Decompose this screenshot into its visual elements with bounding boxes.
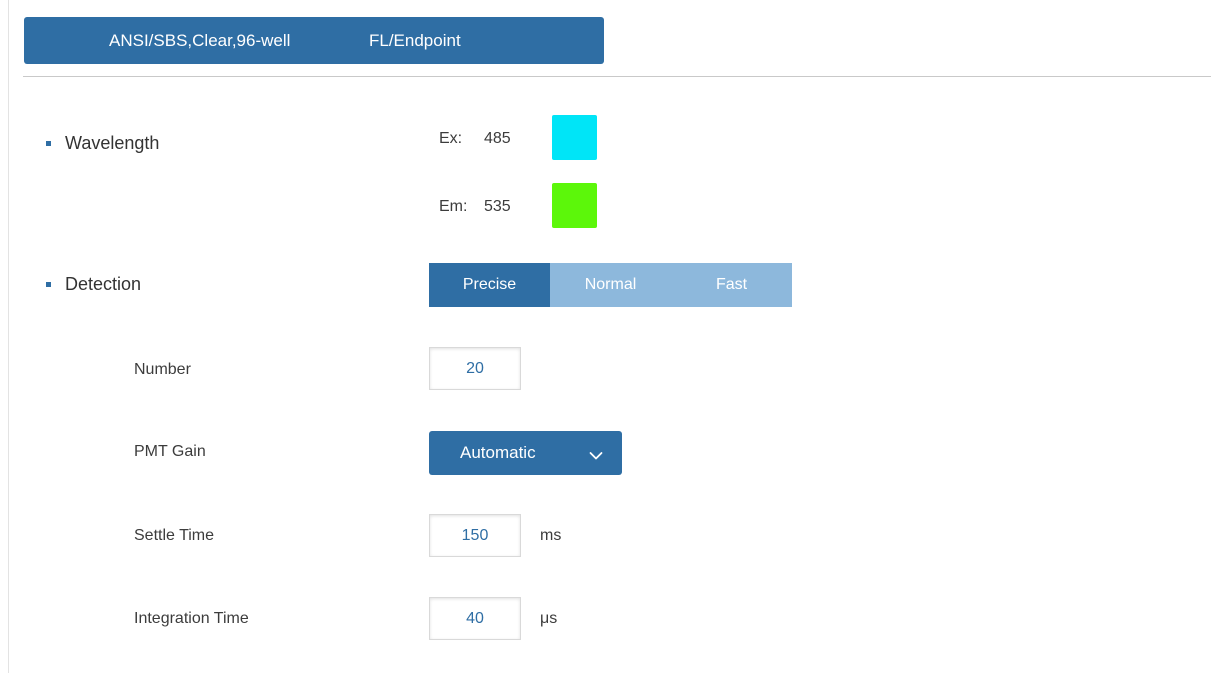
em-label: Em:: [439, 198, 468, 215]
settle-time-unit: ms: [540, 527, 562, 544]
square-bullet-icon: [46, 282, 51, 287]
square-bullet-icon: [46, 141, 51, 146]
em-value: 535: [484, 198, 511, 215]
detection-mode-segmented-control: Precise Normal Fast: [429, 263, 792, 307]
chevron-down-icon: [589, 446, 603, 466]
integration-time-input[interactable]: 40: [429, 597, 521, 640]
read-mode-label: FL/Endpoint: [369, 30, 461, 50]
plate-type-label: ANSI/SBS,Clear,96-well: [109, 30, 291, 50]
integration-time-unit: μs: [540, 610, 558, 627]
detection-section-label: Detection: [65, 274, 142, 294]
number-label: Number: [134, 361, 191, 378]
header-bar: ANSI/SBS,Clear,96-well FL/Endpoint: [24, 17, 604, 64]
pmt-gain-dropdown[interactable]: Automatic: [429, 431, 622, 475]
settings-panel: ANSI/SBS,Clear,96-well FL/Endpoint Wavel…: [8, 0, 1211, 673]
ex-value: 485: [484, 130, 511, 147]
settle-time-label: Settle Time: [134, 527, 215, 544]
wavelength-section-label: Wavelength: [65, 133, 160, 153]
pmt-gain-value: Automatic: [460, 443, 536, 462]
header-divider: [23, 76, 1211, 77]
detection-option-precise[interactable]: Precise: [429, 263, 550, 307]
detection-option-fast[interactable]: Fast: [671, 263, 792, 307]
detection-option-normal[interactable]: Normal: [550, 263, 671, 307]
settle-time-input[interactable]: 150: [429, 514, 521, 557]
excitation-color-swatch[interactable]: [552, 115, 597, 160]
emission-color-swatch[interactable]: [552, 183, 597, 228]
integration-time-label: Integration Time: [134, 610, 249, 627]
number-input[interactable]: 20: [429, 347, 521, 390]
pmt-gain-label: PMT Gain: [134, 443, 206, 460]
ex-label: Ex:: [439, 130, 463, 147]
